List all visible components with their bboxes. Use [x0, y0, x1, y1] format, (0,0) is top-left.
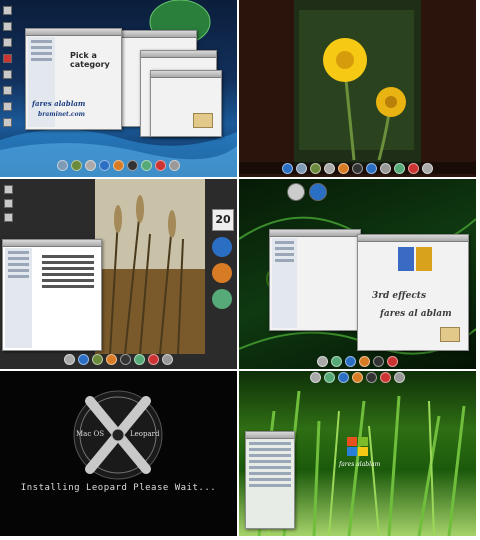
logo-left-label: Mac OS	[76, 430, 105, 438]
flower-wallpaper	[239, 0, 476, 177]
logo-right-label: Leopard	[130, 430, 160, 438]
screenshot-green-desktop: 3rd effects fares al ablam	[239, 179, 476, 369]
credit-text: fares alablam	[339, 461, 381, 468]
credit-text: fares alablam	[32, 99, 86, 108]
dock	[239, 355, 476, 367]
dock	[0, 353, 237, 365]
folder-window-right[interactable]	[150, 70, 222, 137]
gadget-circle-3[interactable]	[212, 289, 232, 309]
screenshot-flower-desktop	[239, 0, 476, 177]
calendar-gadget[interactable]: 20	[212, 209, 234, 231]
leopard-x-logo	[73, 390, 163, 480]
start-menu-window[interactable]	[245, 431, 295, 529]
effects-window[interactable]: 3rd effects fares al ablam	[357, 234, 469, 351]
flower-small	[376, 87, 406, 117]
screenshot-water-desktop: Pick a category fares alablam braminet.c…	[0, 0, 237, 177]
effects-text: 3rd effects	[372, 291, 427, 301]
clock-gadget[interactable]	[287, 183, 305, 201]
calendar-day: 20	[215, 213, 231, 226]
dock	[239, 162, 476, 174]
gadget-circle-2[interactable]	[212, 263, 232, 283]
explorer-window[interactable]	[2, 239, 102, 351]
credit-text: fares al ablam	[380, 309, 452, 319]
dock	[0, 159, 237, 171]
site-text: braminet.com	[38, 111, 85, 118]
screenshot-reeds-desktop: 20	[0, 179, 237, 369]
control-panel-window[interactable]: Pick a category fares alablam braminet.c…	[25, 28, 122, 130]
flower-large	[323, 38, 367, 82]
gadget-circle-1[interactable]	[212, 237, 232, 257]
clock-gadget-2[interactable]	[309, 183, 327, 201]
explorer-window[interactable]	[269, 229, 361, 331]
screenshot-leopard-install: Mac OS Leopard Installing Leopard Please…	[0, 371, 237, 536]
category-heading: Pick a category	[70, 51, 110, 69]
install-status: Installing Leopard Please Wait...	[20, 483, 217, 493]
screenshot-grass-desktop: fares alablam	[239, 371, 476, 536]
dock	[239, 371, 476, 383]
